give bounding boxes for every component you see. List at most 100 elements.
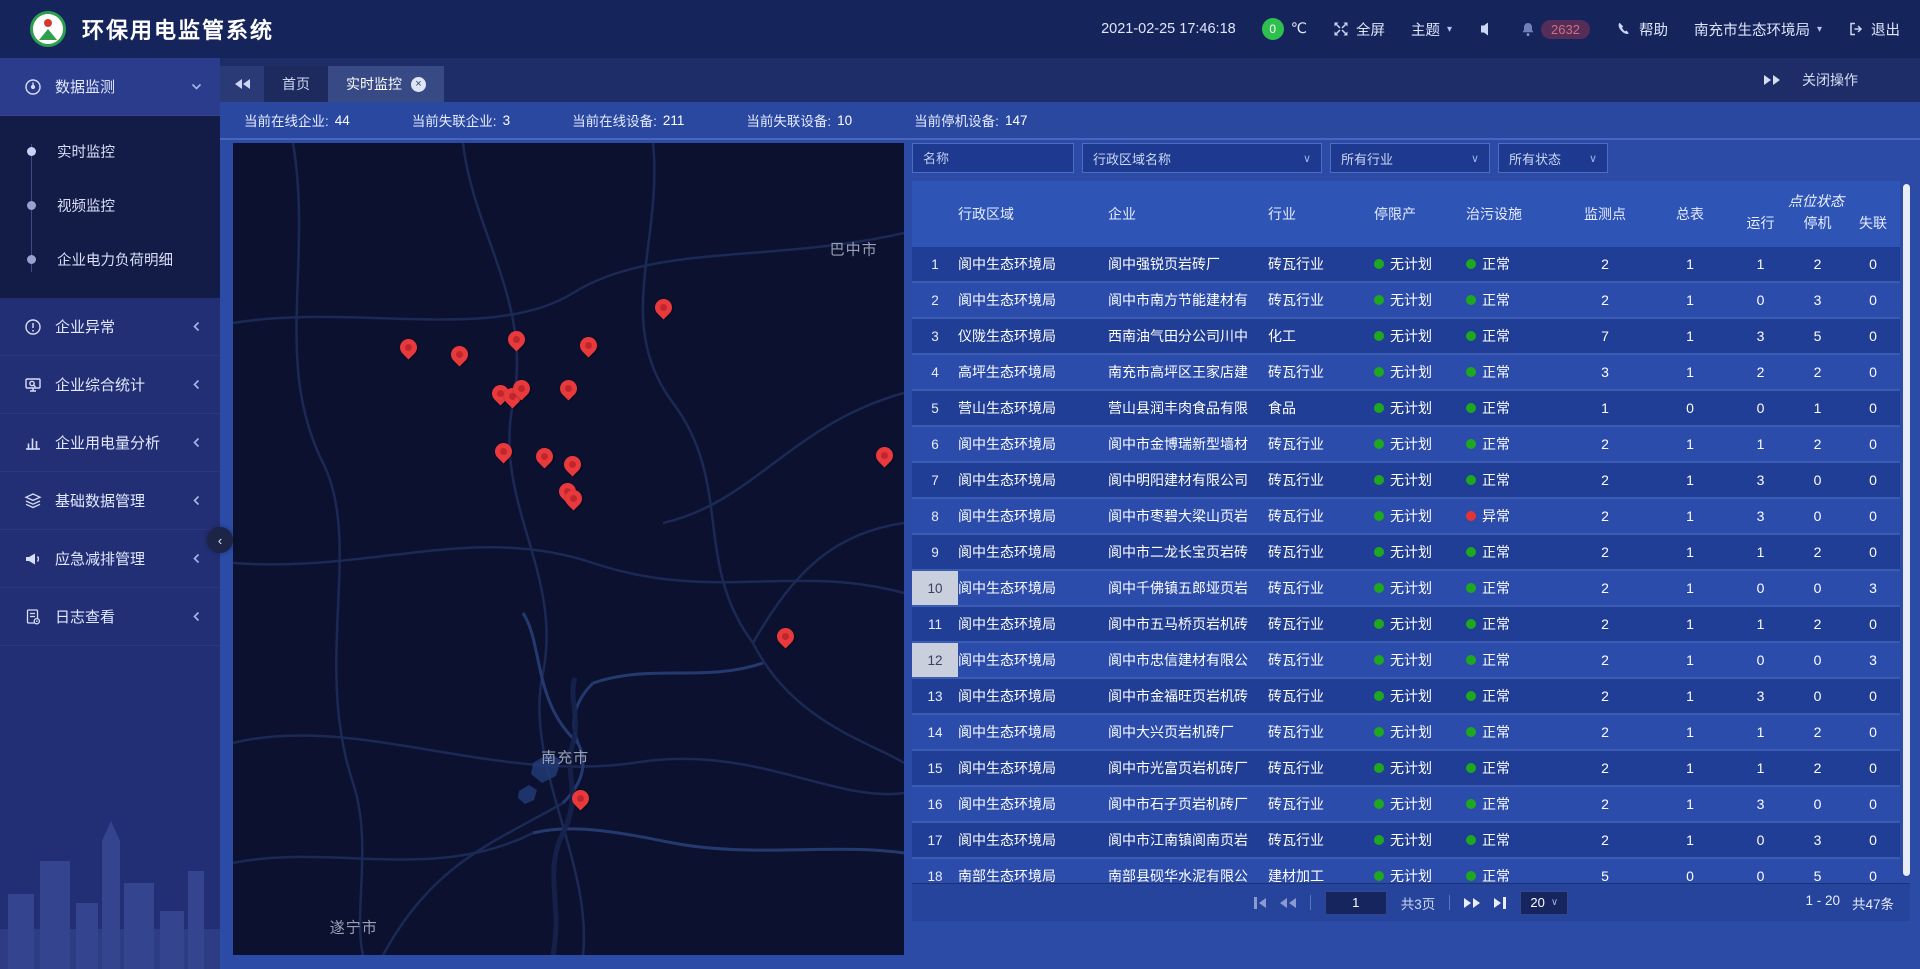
table-row[interactable]: 13阆中生态环境局阆中市金福旺页岩机砖砖瓦行业无计划正常21300	[912, 679, 1900, 715]
tabs-scroll-right-button[interactable]	[1764, 75, 1780, 85]
table-body: 1阆中生态环境局阆中强锐页岩砖厂砖瓦行业无计划正常211202阆中生态环境局阆中…	[912, 247, 1900, 883]
cell-total-meters: 1	[1648, 760, 1732, 776]
status-dot-icon	[1374, 871, 1384, 881]
stats-bar: 当前在线企业:44当前失联企业:3当前在线设备:211当前失联设备:10当前停机…	[220, 102, 1920, 140]
cell-offline: 3	[1846, 580, 1900, 596]
page-number-input[interactable]	[1325, 891, 1387, 915]
sidebar-item-6[interactable]: 日志查看	[0, 588, 220, 646]
cell-company: 阆中市忠信建材有限公	[1108, 650, 1268, 670]
table-row[interactable]: 14阆中生态环境局阆中大兴页岩机砖厂砖瓦行业无计划正常21120	[912, 715, 1900, 751]
cell-index: 13	[912, 679, 958, 713]
status-dot-icon	[1466, 547, 1476, 557]
sidebar-section: 日志查看	[0, 588, 220, 646]
tab-实时监控[interactable]: 实时监控×	[328, 66, 444, 102]
table-row[interactable]: 2阆中生态环境局阆中市南方节能建材有砖瓦行业无计划正常21030	[912, 283, 1900, 319]
previous-page-button[interactable]	[1280, 898, 1296, 908]
tab-首页[interactable]: 首页	[264, 66, 328, 102]
region-filter-select[interactable]: 行政区域名称∨	[1082, 143, 1322, 173]
page-size-select[interactable]: 20∨	[1520, 891, 1568, 915]
cell-offline: 0	[1846, 724, 1900, 740]
cell-company: 阆中市江南镇阆南页岩	[1108, 830, 1268, 850]
organization-dropdown[interactable]: 南充市生态环境局 ▾	[1694, 19, 1822, 40]
notifications-button[interactable]: 2632	[1520, 20, 1590, 39]
sidebar-item-0[interactable]: 数据监测	[0, 58, 220, 116]
chevron-down-icon: ▾	[1817, 24, 1822, 35]
cell-monitor-points: 2	[1562, 436, 1648, 452]
cell-stopped: 2	[1789, 256, 1846, 272]
alert-icon	[24, 318, 42, 336]
table-row[interactable]: 15阆中生态环境局阆中市光富页岩机砖厂砖瓦行业无计划正常21120	[912, 751, 1900, 787]
table-row[interactable]: 17阆中生态环境局阆中市江南镇阆南页岩砖瓦行业无计划正常21030	[912, 823, 1900, 859]
cell-index: 10	[912, 571, 958, 605]
tabs-scroll-left-button[interactable]	[220, 66, 264, 102]
table-row[interactable]: 10阆中生态环境局阆中千佛镇五郎垭页岩砖瓦行业无计划正常21003	[912, 571, 1900, 607]
name-filter-input[interactable]	[912, 143, 1074, 173]
cell-stopped: 0	[1789, 472, 1846, 488]
last-page-button[interactable]	[1494, 897, 1506, 909]
cell-stopped: 0	[1789, 652, 1846, 668]
table-row[interactable]: 16阆中生态环境局阆中市石子页岩机砖厂砖瓦行业无计划正常21300	[912, 787, 1900, 823]
cell-company: 阆中市光富页岩机砖厂	[1108, 758, 1268, 778]
sidebar-item-2[interactable]: 企业综合统计	[0, 356, 220, 414]
close-operations-dropdown[interactable]: 关闭操作	[1802, 70, 1858, 90]
sidebar-item-1[interactable]: 企业异常	[0, 298, 220, 356]
sidebar-collapse-button[interactable]: ‹	[207, 527, 233, 553]
next-page-button[interactable]	[1464, 898, 1480, 908]
first-page-button[interactable]	[1254, 897, 1266, 909]
sidebar-item-4[interactable]: 基础数据管理	[0, 472, 220, 530]
sidebar-item-5[interactable]: 应急减排管理	[0, 530, 220, 588]
table-row[interactable]: 1阆中生态环境局阆中强锐页岩砖厂砖瓦行业无计划正常21120	[912, 247, 1900, 283]
tab-close-icon[interactable]: ×	[411, 77, 426, 92]
mute-button[interactable]	[1478, 21, 1494, 37]
chevron-left-icon	[191, 379, 202, 390]
cell-pollution-facility: 正常	[1466, 686, 1562, 706]
city-label: 巴中市	[830, 238, 878, 259]
status-filter-select[interactable]: 所有状态∨	[1498, 143, 1608, 173]
table-row[interactable]: 18南部生态环境局南部县砚华水泥有限公建材加工无计划正常50050	[912, 859, 1900, 883]
total-items-label: 共47条	[1852, 893, 1894, 913]
bell-icon	[1520, 21, 1536, 37]
logout-button[interactable]: 退出	[1848, 19, 1900, 40]
table-row[interactable]: 7阆中生态环境局阆中明阳建材有限公司砖瓦行业无计划正常21300	[912, 463, 1900, 499]
sidebar-subitem[interactable]: 企业电力负荷明细	[0, 232, 220, 286]
table-row[interactable]: 9阆中生态环境局阆中市二龙长宝页岩砖砖瓦行业无计划正常21120	[912, 535, 1900, 571]
cell-company: 阆中市石子页岩机砖厂	[1108, 794, 1268, 814]
cell-industry: 建材加工	[1268, 866, 1374, 883]
sidebar-subitem[interactable]: 视频监控	[0, 178, 220, 232]
col-group-point-status: 点位状态	[1732, 181, 1900, 211]
help-button[interactable]: 帮助	[1616, 19, 1668, 40]
status-dot-icon	[1466, 295, 1476, 305]
map[interactable]: 巴中市南充市遂宁市	[233, 143, 904, 955]
skyline-decoration	[0, 799, 220, 969]
app-logo-icon	[30, 11, 66, 47]
industry-filter-select[interactable]: 所有行业∨	[1330, 143, 1490, 173]
cell-stopped: 0	[1789, 796, 1846, 812]
cell-index: 11	[912, 607, 958, 641]
cell-industry: 砖瓦行业	[1268, 722, 1374, 742]
table-row[interactable]: 6阆中生态环境局阆中市金博瑞新型墙材砖瓦行业无计划正常21120	[912, 427, 1900, 463]
stat-value: 10	[837, 113, 852, 128]
table-row[interactable]: 3仪陇生态环境局西南油气田分公司川中化工无计划正常71350	[912, 319, 1900, 355]
cell-production-limit: 无计划	[1374, 866, 1466, 883]
table-row[interactable]: 11阆中生态环境局阆中市五马桥页岩机砖砖瓦行业无计划正常21120	[912, 607, 1900, 643]
page-range-label: 1 - 20	[1805, 893, 1840, 913]
table-row[interactable]: 4高坪生态环境局南充市高坪区王家店建砖瓦行业无计划正常31220	[912, 355, 1900, 391]
table-row[interactable]: 5营山生态环境局营山县润丰肉食品有限食品无计划正常10010	[912, 391, 1900, 427]
chevron-left-icon	[191, 553, 202, 564]
table-row[interactable]: 8阆中生态环境局阆中市枣碧大梁山页岩砖瓦行业无计划异常21300	[912, 499, 1900, 535]
fullscreen-button[interactable]: 全屏	[1333, 19, 1385, 40]
cell-offline: 0	[1846, 544, 1900, 560]
sidebar-item-3[interactable]: 企业用电量分析	[0, 414, 220, 472]
table-scrollbar[interactable]	[1903, 184, 1910, 876]
cell-offline: 0	[1846, 832, 1900, 848]
sidebar-subitem[interactable]: 实时监控	[0, 124, 220, 178]
cell-total-meters: 1	[1648, 436, 1732, 452]
cell-production-limit: 无计划	[1374, 722, 1466, 742]
cell-region: 南部生态环境局	[958, 866, 1108, 883]
bullet-icon	[27, 255, 36, 264]
notification-count-badge: 2632	[1541, 20, 1590, 39]
table-row[interactable]: 12阆中生态环境局阆中市忠信建材有限公砖瓦行业无计划正常21003	[912, 643, 1900, 679]
chevron-left-icon	[191, 437, 202, 448]
theme-dropdown[interactable]: 主题 ▾	[1411, 19, 1452, 40]
cell-production-limit: 无计划	[1374, 506, 1466, 526]
